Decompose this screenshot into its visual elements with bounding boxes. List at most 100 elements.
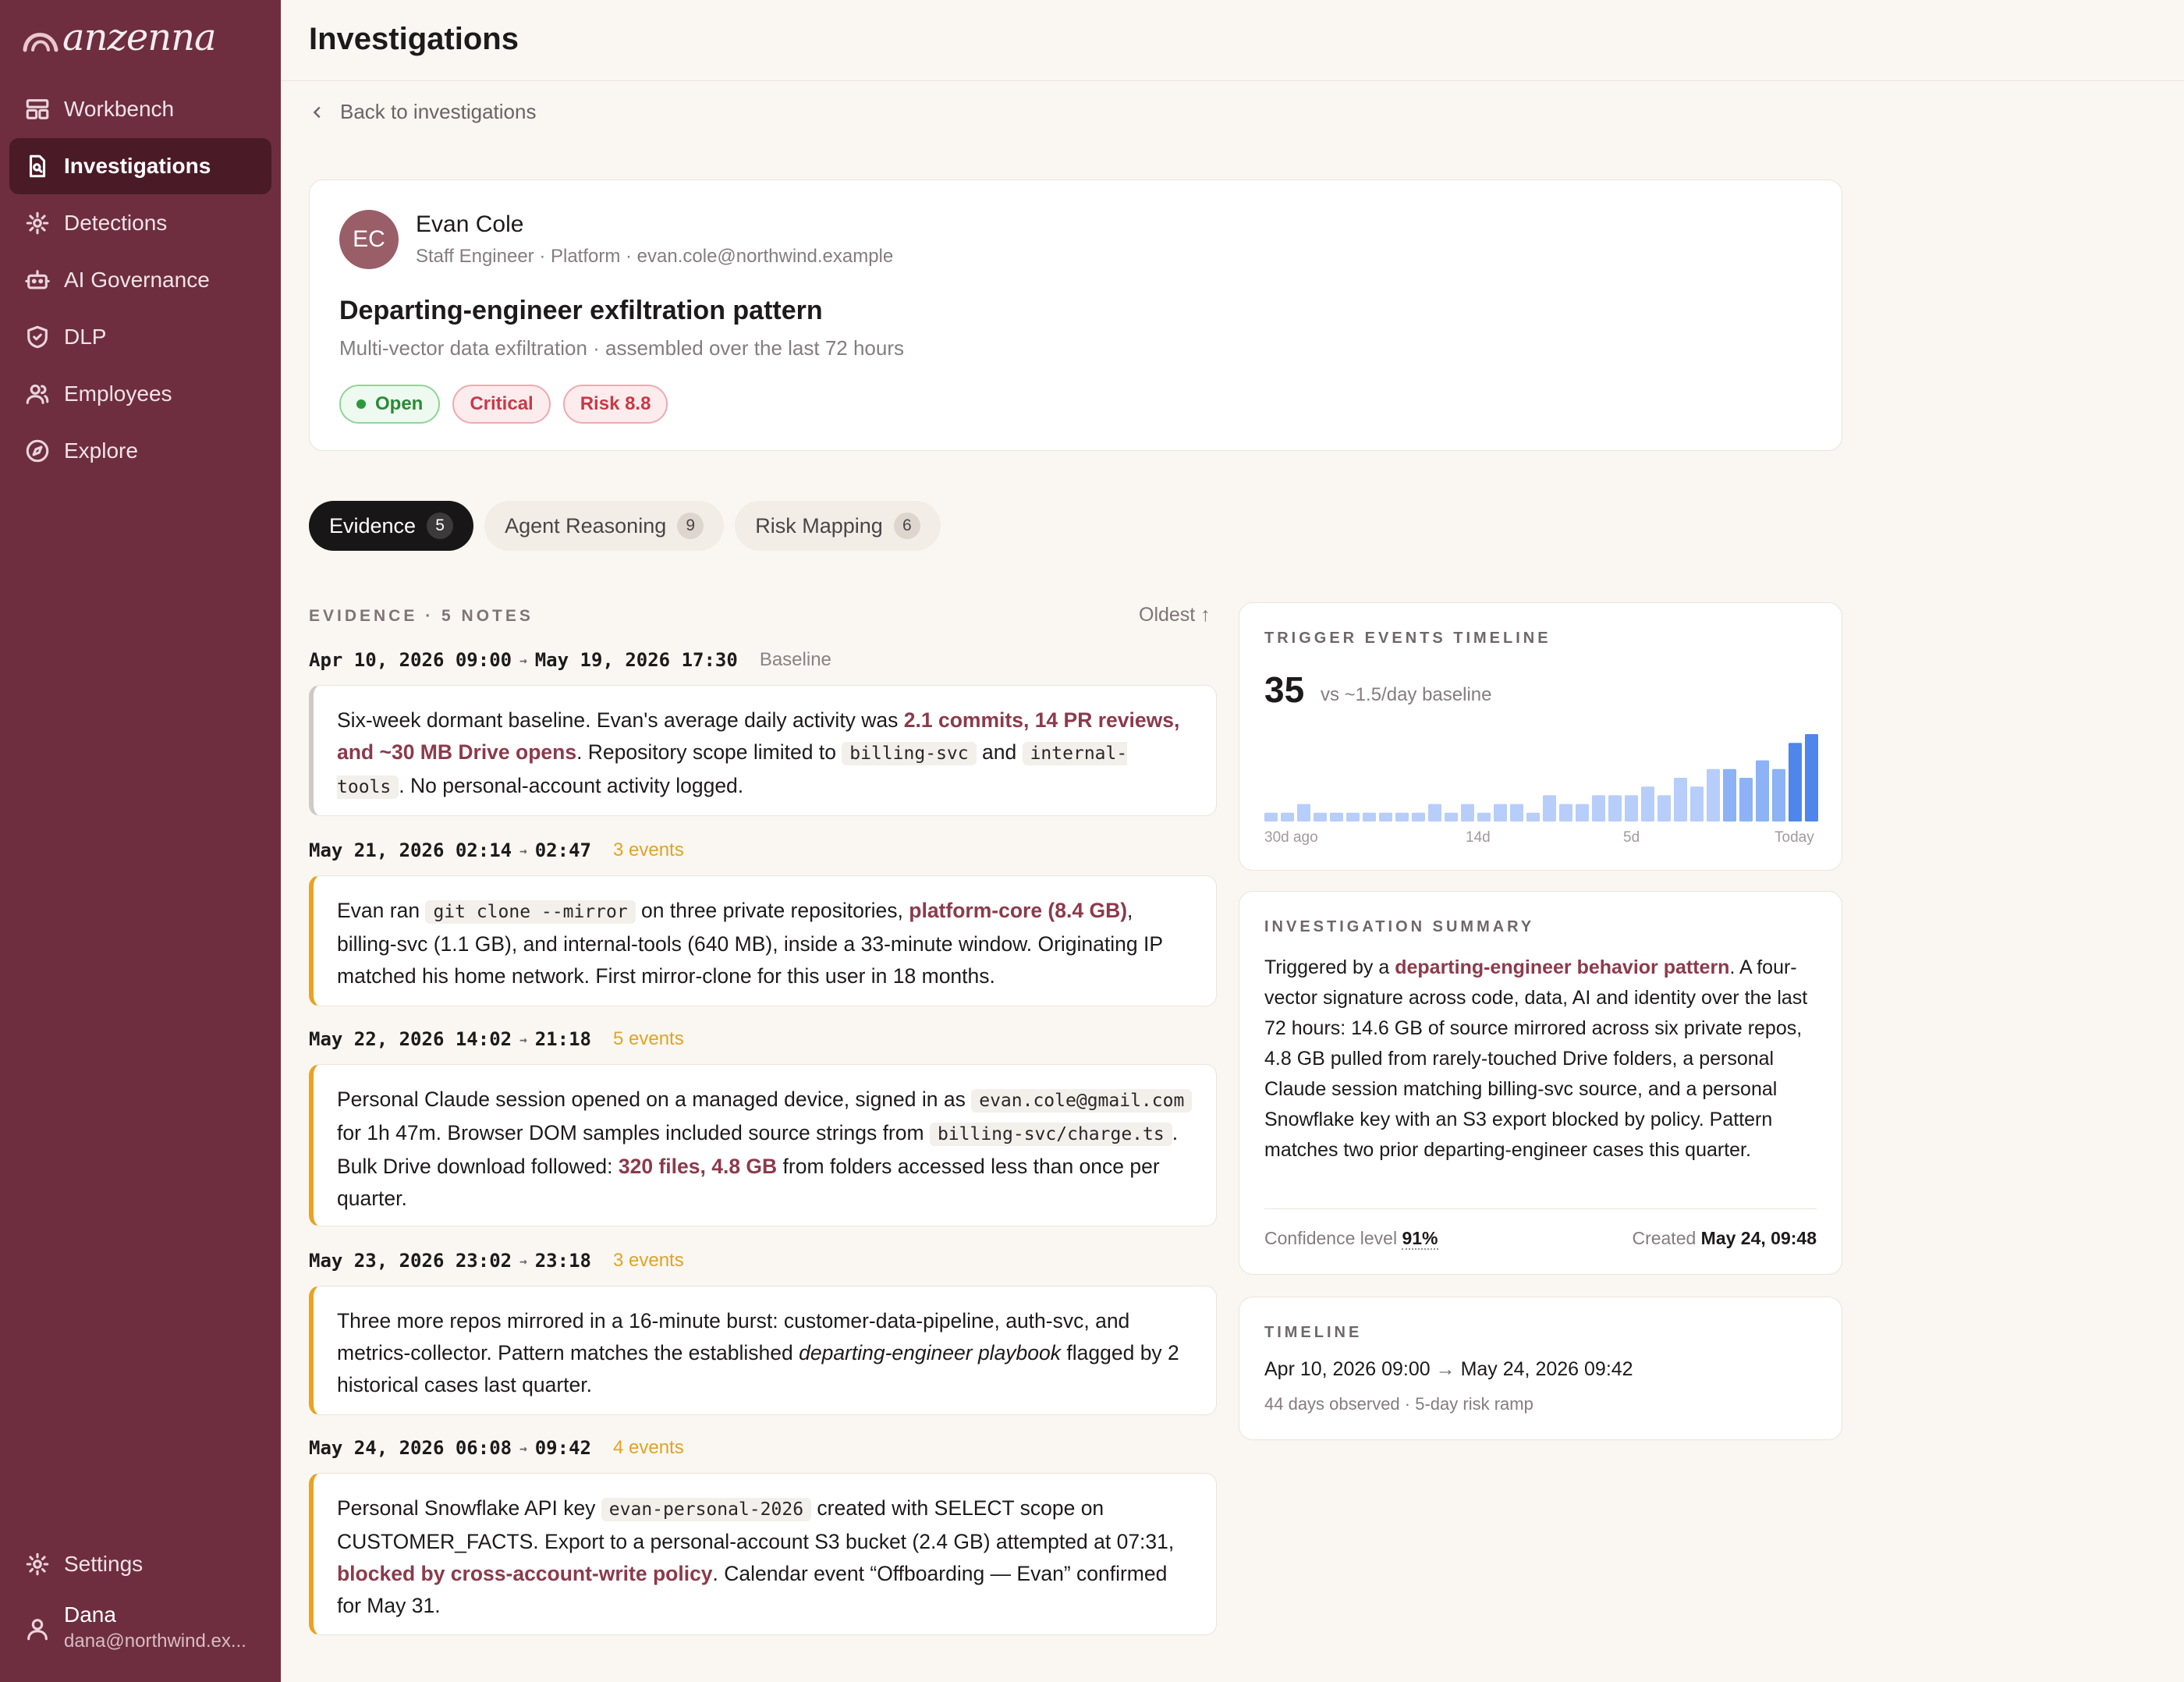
axis-label: 14d bbox=[1466, 829, 1491, 846]
evidence-time-range: May 23, 2026 23:02 → 23:18 3 events bbox=[309, 1250, 684, 1272]
evidence-card[interactable]: Personal Snowflake API key evan-personal… bbox=[309, 1473, 1217, 1635]
evidence-end: May 19, 2026 17:30 bbox=[534, 649, 738, 671]
evidence-code: billing-svc bbox=[842, 742, 977, 765]
evidence-card[interactable]: Three more repos mirrored in a 16-minute… bbox=[309, 1286, 1217, 1415]
badge-group: Open Critical Risk 8.8 bbox=[339, 385, 668, 424]
investigation-title: Departing-engineer exfiltration pattern bbox=[339, 296, 823, 325]
summary-highlight-link[interactable]: departing-engineer behavior pattern bbox=[1395, 956, 1729, 978]
sidebar-item-label: DLP bbox=[64, 325, 107, 349]
confidence-value[interactable]: 91% bbox=[1402, 1228, 1438, 1250]
document-search-icon bbox=[23, 152, 51, 180]
tab-count: 9 bbox=[677, 513, 704, 539]
layout-icon bbox=[23, 95, 51, 123]
evidence-highlight: platform-core (8.4 GB) bbox=[909, 899, 1128, 922]
trigger-events-chart bbox=[1264, 734, 1818, 821]
sidebar-item-explore[interactable]: Explore bbox=[9, 423, 271, 479]
evidence-text: Personal Claude session opened on a mana… bbox=[337, 1088, 972, 1111]
arrow-right-icon: → bbox=[519, 1031, 527, 1047]
person-name: Evan Cole bbox=[416, 211, 524, 237]
sidebar-item-investigations[interactable]: Investigations bbox=[9, 138, 271, 194]
evidence-text: . No personal-account activity logged. bbox=[399, 774, 744, 797]
sidebar-item-settings[interactable]: Settings bbox=[9, 1536, 271, 1592]
tab-count: 6 bbox=[893, 513, 920, 539]
evidence-card[interactable]: Six-week dormant baseline. Evan's averag… bbox=[309, 685, 1217, 816]
robot-icon bbox=[23, 266, 51, 294]
logo[interactable]: anzenna bbox=[22, 14, 217, 61]
investigation-subtitle: Multi-vector data exfiltration · assembl… bbox=[339, 336, 905, 360]
tab-evidence[interactable]: Evidence 5 bbox=[309, 501, 474, 551]
chart-bar bbox=[1625, 795, 1638, 821]
evidence-text: on three private repositories, bbox=[635, 899, 909, 922]
created-value: May 24, 09:48 bbox=[1700, 1228, 1817, 1248]
tab-agent-reasoning[interactable]: Agent Reasoning 9 bbox=[484, 501, 725, 551]
chart-bar bbox=[1314, 812, 1327, 821]
chart-bar bbox=[1739, 778, 1753, 821]
trigger-events-card: TRIGGER EVENTS TIMELINE 35 vs ~1.5/day b… bbox=[1239, 602, 1842, 871]
chart-bar bbox=[1526, 812, 1540, 821]
status-dot-icon bbox=[356, 399, 366, 409]
sidebar-item-label: AI Governance bbox=[64, 268, 210, 292]
tab-count: 5 bbox=[427, 513, 454, 539]
tab-risk-mapping[interactable]: Risk Mapping 6 bbox=[735, 501, 941, 551]
sidebar-item-detections[interactable]: Detections bbox=[9, 195, 271, 251]
logo-text: anzenna bbox=[62, 16, 217, 59]
evidence-tag: 4 events bbox=[612, 1437, 684, 1458]
user-name: Dana bbox=[64, 1602, 116, 1627]
tab-label: Risk Mapping bbox=[755, 513, 883, 538]
evidence-tag: 5 events bbox=[612, 1028, 684, 1049]
sidebar-item-workbench[interactable]: Workbench bbox=[9, 81, 271, 137]
evidence-code: git clone --mirror bbox=[425, 900, 636, 924]
main-content: Investigations Back to investigations EC… bbox=[281, 0, 2184, 1682]
chart-bar bbox=[1461, 804, 1474, 821]
chart-bar bbox=[1674, 778, 1687, 821]
avatar: EC bbox=[339, 210, 399, 269]
evidence-code: billing-svc/charge.ts bbox=[929, 1123, 1172, 1146]
chart-bar bbox=[1608, 795, 1622, 821]
confidence-label: Confidence level bbox=[1264, 1228, 1398, 1248]
sidebar-item-label: Workbench bbox=[64, 97, 175, 121]
chart-bar bbox=[1592, 795, 1605, 821]
chart-bar bbox=[1723, 768, 1736, 821]
event-count: 35 bbox=[1264, 669, 1305, 710]
sort-toggle[interactable]: Oldest ↑ bbox=[1139, 604, 1211, 626]
chart-bar bbox=[1428, 804, 1441, 821]
evidence-end: 23:18 bbox=[534, 1250, 591, 1272]
event-baseline: vs ~1.5/day baseline bbox=[1321, 684, 1492, 705]
evidence-end: 21:18 bbox=[534, 1028, 591, 1050]
chart-bar bbox=[1379, 812, 1392, 821]
sidebar-item-employees[interactable]: Employees bbox=[9, 366, 271, 422]
chart-bar bbox=[1395, 812, 1409, 821]
sidebar-item-dlp[interactable]: DLP bbox=[9, 309, 271, 365]
user-icon bbox=[23, 1615, 51, 1643]
severity-badge: Critical bbox=[452, 385, 551, 424]
risk-badge: Risk 8.8 bbox=[562, 385, 668, 424]
evidence-highlight: 320 files, 4.8 GB bbox=[618, 1155, 778, 1178]
tab-label: Agent Reasoning bbox=[505, 513, 667, 538]
evidence-start: Apr 10, 2026 09:00 bbox=[309, 649, 512, 671]
sidebar-item-label: Settings bbox=[64, 1552, 144, 1576]
chart-bar bbox=[1756, 760, 1769, 821]
sidebar-item-ai-governance[interactable]: AI Governance bbox=[9, 252, 271, 308]
logo-mark-icon bbox=[23, 33, 58, 52]
evidence-start: May 21, 2026 02:14 bbox=[309, 839, 512, 861]
evidence-section-label: EVIDENCE · 5 NOTES bbox=[309, 607, 534, 625]
gear-icon bbox=[23, 1550, 51, 1578]
user-profile[interactable]: Dana dana@northwind.ex... bbox=[23, 1602, 246, 1652]
chart-bar bbox=[1445, 812, 1458, 821]
back-link[interactable]: Back to investigations bbox=[309, 100, 536, 124]
evidence-end: 02:47 bbox=[534, 839, 591, 861]
sidebar-item-label: Investigations bbox=[64, 154, 211, 178]
timeline-card: TIMELINE Apr 10, 2026 09:00 → May 24, 20… bbox=[1239, 1297, 1842, 1440]
timeline-end: May 24, 2026 09:42 bbox=[1460, 1358, 1633, 1380]
evidence-emphasis: departing-engineer playbook bbox=[799, 1341, 1062, 1364]
arrow-right-icon: → bbox=[1435, 1358, 1455, 1380]
chart-bar bbox=[1658, 795, 1671, 821]
evidence-card[interactable]: Evan ran git clone --mirror on three pri… bbox=[309, 875, 1217, 1006]
axis-label: 5d bbox=[1623, 829, 1640, 846]
evidence-start: May 24, 2026 06:08 bbox=[309, 1437, 512, 1459]
evidence-text: . Repository scope limited to bbox=[576, 740, 842, 764]
chart-bar bbox=[1494, 804, 1507, 821]
evidence-card[interactable]: Personal Claude session opened on a mana… bbox=[309, 1064, 1217, 1226]
chart-bar bbox=[1641, 786, 1654, 821]
evidence-text: Evan ran bbox=[337, 899, 426, 922]
